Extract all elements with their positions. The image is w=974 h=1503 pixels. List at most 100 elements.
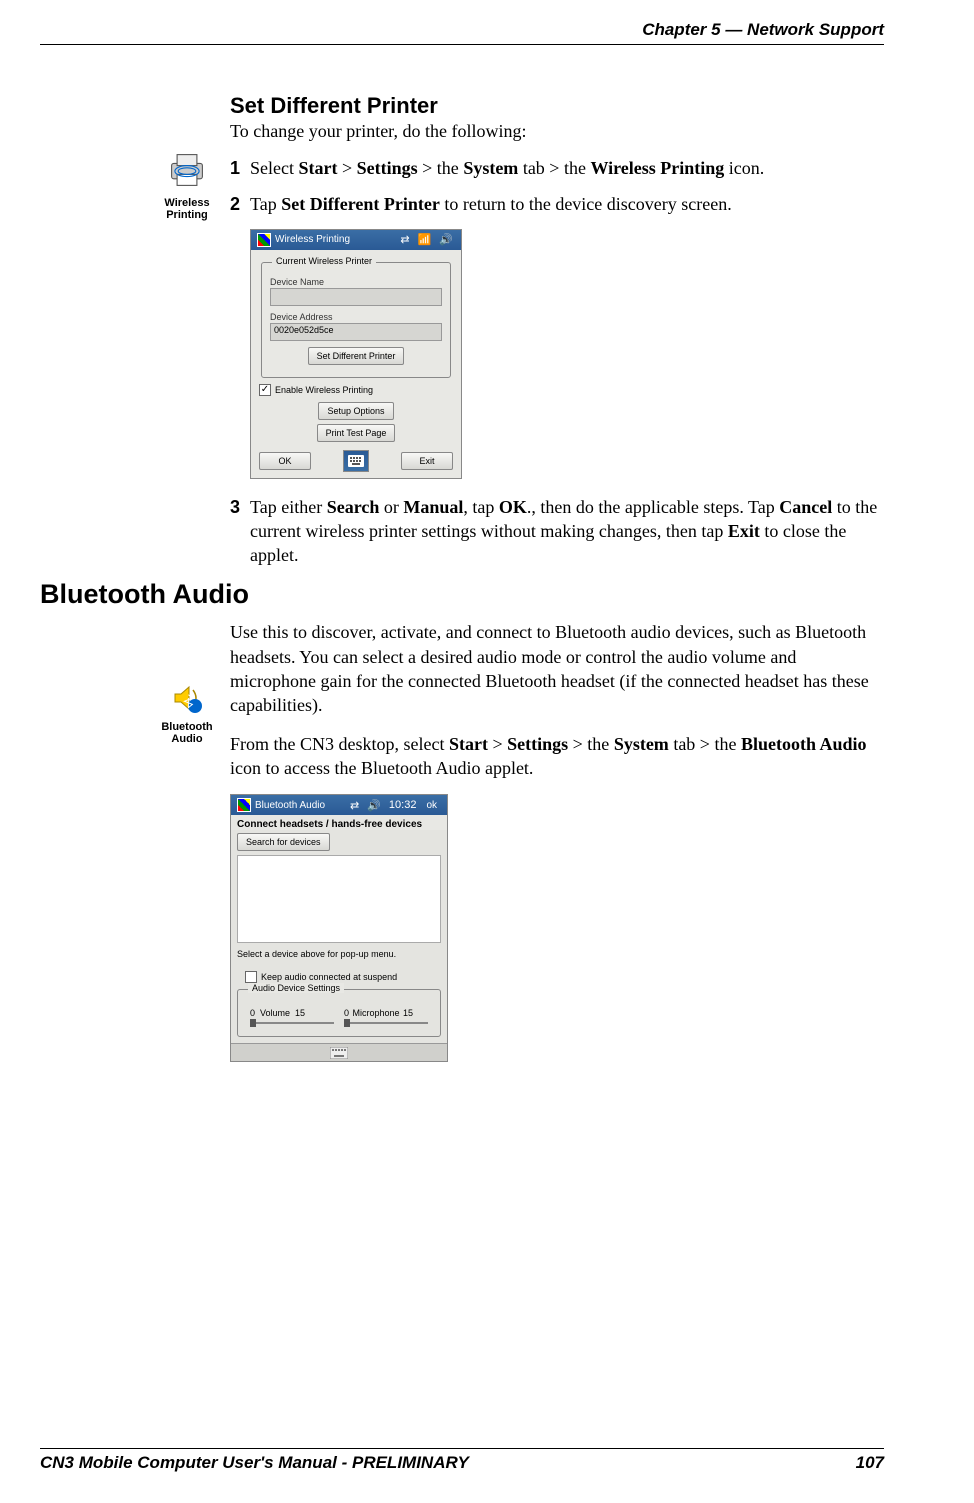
t: > the <box>568 734 614 754</box>
t: > <box>488 734 507 754</box>
connectivity-icon[interactable]: ⇄ <box>348 799 361 812</box>
checkbox-icon[interactable]: ✓ <box>259 384 271 396</box>
ok-button[interactable]: OK <box>259 452 311 470</box>
slider-max: 15 <box>403 1008 413 1018</box>
screenshot-bluetooth-audio: Bluetooth Audio ⇄ 🔊 10:32 ok Connect hea… <box>230 794 448 1062</box>
setup-options-button[interactable]: Setup Options <box>318 402 393 420</box>
t: Select <box>250 158 298 178</box>
device-list[interactable] <box>237 855 441 943</box>
device-name-input[interactable] <box>270 288 442 306</box>
step-number: 2 <box>230 192 250 216</box>
device-name-label: Device Name <box>270 277 442 287</box>
slider-label: Volume <box>258 1008 292 1018</box>
wireless-printing-icon-label: Wireless Printing <box>152 197 222 221</box>
slider-min: 0 <box>250 1008 255 1018</box>
step-number: 1 <box>230 156 250 180</box>
footer-doc-title: CN3 Mobile Computer User's Manual - PREL… <box>40 1453 469 1473</box>
search-for-devices-button[interactable]: Search for devices <box>237 833 330 851</box>
t: System <box>614 734 669 754</box>
ok-softkey[interactable]: ok <box>422 800 441 811</box>
window-title: Wireless Printing <box>275 234 350 245</box>
section-intro: To change your printer, do the following… <box>230 121 884 142</box>
titlebar: Wireless Printing ⇄ 📶 🔊 <box>251 230 461 250</box>
bluetooth-audio-icon-label: Bluetooth Audio <box>152 721 222 745</box>
page-footer: CN3 Mobile Computer User's Manual - PREL… <box>40 1448 884 1473</box>
step-text: Tap Set Different Printer to return to t… <box>250 192 884 216</box>
slider-min: 0 <box>344 1008 349 1018</box>
page-header: Chapter 5 — Network Support <box>40 20 884 45</box>
t: Set Different Printer <box>281 194 440 214</box>
step-text: Tap either Search or Manual, tap OK., th… <box>250 495 884 568</box>
t: Search <box>327 497 380 517</box>
subheading: Connect headsets / hands-free devices <box>231 815 447 830</box>
t: icon to access the Bluetooth Audio apple… <box>230 758 533 778</box>
t: System <box>463 158 518 178</box>
t: to return to the device discovery screen… <box>440 194 732 214</box>
set-different-printer-button[interactable]: Set Different Printer <box>308 347 405 365</box>
device-address-input[interactable]: 0020e052d5ce <box>270 323 442 341</box>
t: , tap <box>463 497 499 517</box>
t: Tap either <box>250 497 327 517</box>
t: or <box>379 497 403 517</box>
start-flag-icon[interactable] <box>257 233 271 247</box>
t: > <box>337 158 356 178</box>
t: Wireless Printing <box>590 158 724 178</box>
t: Settings <box>357 158 418 178</box>
signal-icon[interactable]: 📶 <box>416 233 434 246</box>
volume-icon[interactable]: 🔊 <box>365 799 383 812</box>
wireless-printing-margin-icon: Wireless Printing <box>152 148 222 221</box>
enable-wireless-checkbox-row[interactable]: ✓ Enable Wireless Printing <box>259 384 453 396</box>
t: Cancel <box>779 497 832 517</box>
step-1: 1 Select Start > Settings > the System t… <box>230 156 884 180</box>
footer-page-number: 107 <box>856 1453 884 1473</box>
bluetooth-audio-description: Use this to discover, activate, and conn… <box>230 620 884 717</box>
microphone-slider[interactable]: 0 Microphone 15 <box>344 1008 428 1018</box>
t: Settings <box>507 734 568 754</box>
slider-max: 15 <box>295 1008 305 1018</box>
sip-keyboard-button[interactable] <box>343 450 369 472</box>
groupbox-title: Audio Device Settings <box>248 983 344 993</box>
step-2: 2 Tap Set Different Printer to return to… <box>230 192 884 216</box>
t: Start <box>298 158 337 178</box>
clock: 10:32 <box>387 799 419 811</box>
start-flag-icon[interactable] <box>237 798 251 812</box>
t: OK <box>499 497 527 517</box>
section-title-set-different-printer: Set Different Printer <box>230 93 884 119</box>
keep-audio-label: Keep audio connected at suspend <box>261 972 397 982</box>
t: ., then do the applicable steps. Tap <box>527 497 779 517</box>
t: Tap <box>250 194 281 214</box>
volume-slider[interactable]: 0 Volume 15 <box>250 1008 334 1018</box>
slider-label: Microphone <box>352 1008 400 1018</box>
bluetooth-audio-margin-icon: Bluetooth Audio <box>152 680 222 745</box>
t: Bluetooth Audio <box>741 734 867 754</box>
sip-keyboard-icon[interactable] <box>330 1047 348 1059</box>
window-title: Bluetooth Audio <box>255 800 325 811</box>
device-list-hint: Select a device above for pop-up menu. <box>231 947 447 965</box>
speaker-bluetooth-icon <box>169 680 205 716</box>
t: From the CN3 desktop, select <box>230 734 449 754</box>
keep-audio-checkbox-row[interactable]: Keep audio connected at suspend <box>231 971 447 983</box>
step-text: Select Start > Settings > the System tab… <box>250 156 884 180</box>
exit-button[interactable]: Exit <box>401 452 453 470</box>
t: icon. <box>724 158 764 178</box>
bottom-bar <box>231 1043 447 1061</box>
audio-settings-groupbox: Audio Device Settings 0 Volume 15 0 Micr… <box>237 989 441 1037</box>
t: tab > the <box>518 158 590 178</box>
step-number: 3 <box>230 495 250 568</box>
heading-bluetooth-audio: Bluetooth Audio <box>40 579 884 610</box>
volume-icon[interactable]: 🔊 <box>437 233 455 246</box>
current-printer-groupbox: Current Wireless Printer Device Name Dev… <box>261 262 451 378</box>
step-3: 3 Tap either Search or Manual, tap OK., … <box>230 495 884 568</box>
t: Manual <box>403 497 463 517</box>
screenshot-wireless-printing: Wireless Printing ⇄ 📶 🔊 Current Wireless… <box>250 229 462 479</box>
connectivity-icon[interactable]: ⇄ <box>398 233 411 246</box>
checkbox-icon[interactable] <box>245 971 257 983</box>
t: > the <box>418 158 464 178</box>
titlebar: Bluetooth Audio ⇄ 🔊 10:32 ok <box>231 795 447 815</box>
t: tab > the <box>669 734 741 754</box>
enable-wireless-label: Enable Wireless Printing <box>275 385 373 395</box>
printer-icon <box>165 148 209 192</box>
print-test-page-button[interactable]: Print Test Page <box>317 424 396 442</box>
bluetooth-audio-nav: From the CN3 desktop, select Start > Set… <box>230 732 884 781</box>
groupbox-title: Current Wireless Printer <box>272 256 376 266</box>
